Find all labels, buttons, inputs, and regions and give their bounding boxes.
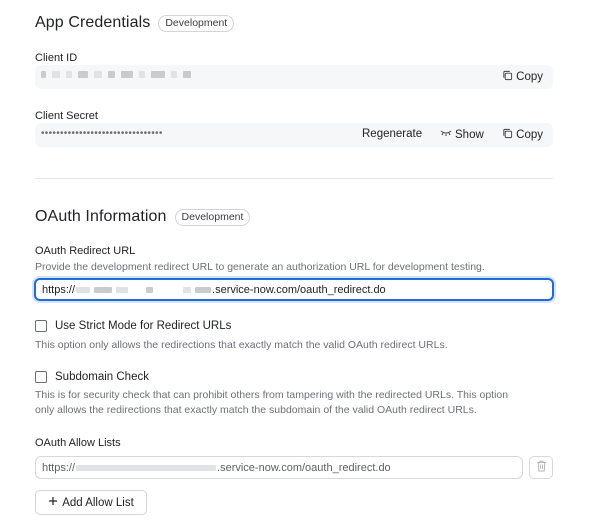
redacted-subdomain bbox=[76, 464, 217, 471]
redirect-url-value-suffix: .service-now.com/oauth_redirect.do bbox=[212, 283, 386, 296]
add-allow-list-button[interactable]: Add Allow List bbox=[35, 490, 147, 515]
allow-list-value-prefix: https:// bbox=[42, 461, 76, 474]
redirect-url-label: OAuth Redirect URL bbox=[35, 245, 136, 257]
redirect-url-input[interactable]: https:// .service-now.com/oauth_redirect… bbox=[34, 278, 554, 301]
client-secret-label: Client Secret bbox=[35, 110, 98, 122]
delete-allow-list-button[interactable] bbox=[529, 456, 553, 479]
strict-mode-option[interactable]: Use Strict Mode for Redirect URLs bbox=[35, 320, 231, 332]
client-id-value-redacted bbox=[41, 71, 191, 78]
allow-list-input[interactable]: https:// .service-now.com/oauth_redirect… bbox=[35, 456, 523, 479]
subdomain-check-help-line-1: This is for security check that can proh… bbox=[35, 389, 509, 401]
section-divider bbox=[35, 178, 553, 179]
redirect-url-value-prefix: https:// bbox=[42, 283, 76, 296]
subdomain-check-label: Subdomain Check bbox=[55, 371, 149, 383]
environment-badge: Development bbox=[158, 14, 235, 32]
regenerate-secret-button[interactable]: Regenerate bbox=[362, 128, 422, 140]
strict-mode-label: Use Strict Mode for Redirect URLs bbox=[55, 320, 232, 332]
trash-icon bbox=[536, 459, 547, 477]
client-secret-masked-value: •••••••••••••••••••••••••••••••• bbox=[41, 128, 163, 139]
allow-lists-label: OAuth Allow Lists bbox=[35, 437, 121, 449]
subdomain-check-help-line-2: only allows the redirections that exactl… bbox=[35, 404, 477, 416]
app-credentials-header: App Credentials Development bbox=[35, 14, 235, 32]
client-id-copy-button[interactable]: Copy bbox=[502, 70, 543, 84]
show-secret-button[interactable]: Show bbox=[440, 128, 484, 141]
strict-mode-checkbox[interactable] bbox=[35, 320, 47, 332]
client-id-field: Copy bbox=[35, 65, 553, 89]
redirect-url-help: Provide the development redirect URL to … bbox=[35, 261, 485, 273]
copy-label: Copy bbox=[516, 71, 543, 83]
client-secret-copy-button[interactable]: Copy bbox=[502, 128, 543, 142]
app-credentials-title: App Credentials bbox=[35, 14, 151, 31]
oauth-information-header: OAuth Information Development bbox=[35, 208, 251, 226]
client-secret-field: •••••••••••••••••••••••••••••••• Regener… bbox=[35, 123, 553, 147]
environment-badge: Development bbox=[174, 208, 251, 226]
oauth-information-title: OAuth Information bbox=[35, 208, 167, 225]
eye-closed-icon bbox=[440, 128, 452, 141]
subdomain-check-option[interactable]: Subdomain Check bbox=[35, 371, 149, 383]
subdomain-check-checkbox[interactable] bbox=[35, 371, 47, 383]
client-id-label: Client ID bbox=[35, 52, 78, 64]
copy-icon bbox=[502, 128, 513, 142]
plus-icon bbox=[48, 496, 58, 509]
show-label: Show bbox=[455, 128, 484, 141]
copy-icon bbox=[502, 70, 513, 84]
strict-mode-help: This option only allows the redirections… bbox=[35, 339, 448, 351]
allow-list-value-suffix: .service-now.com/oauth_redirect.do bbox=[217, 461, 391, 474]
redacted-subdomain bbox=[76, 286, 212, 293]
add-allow-list-label: Add Allow List bbox=[62, 496, 134, 509]
copy-label: Copy bbox=[516, 129, 543, 141]
regenerate-label: Regenerate bbox=[362, 128, 423, 140]
